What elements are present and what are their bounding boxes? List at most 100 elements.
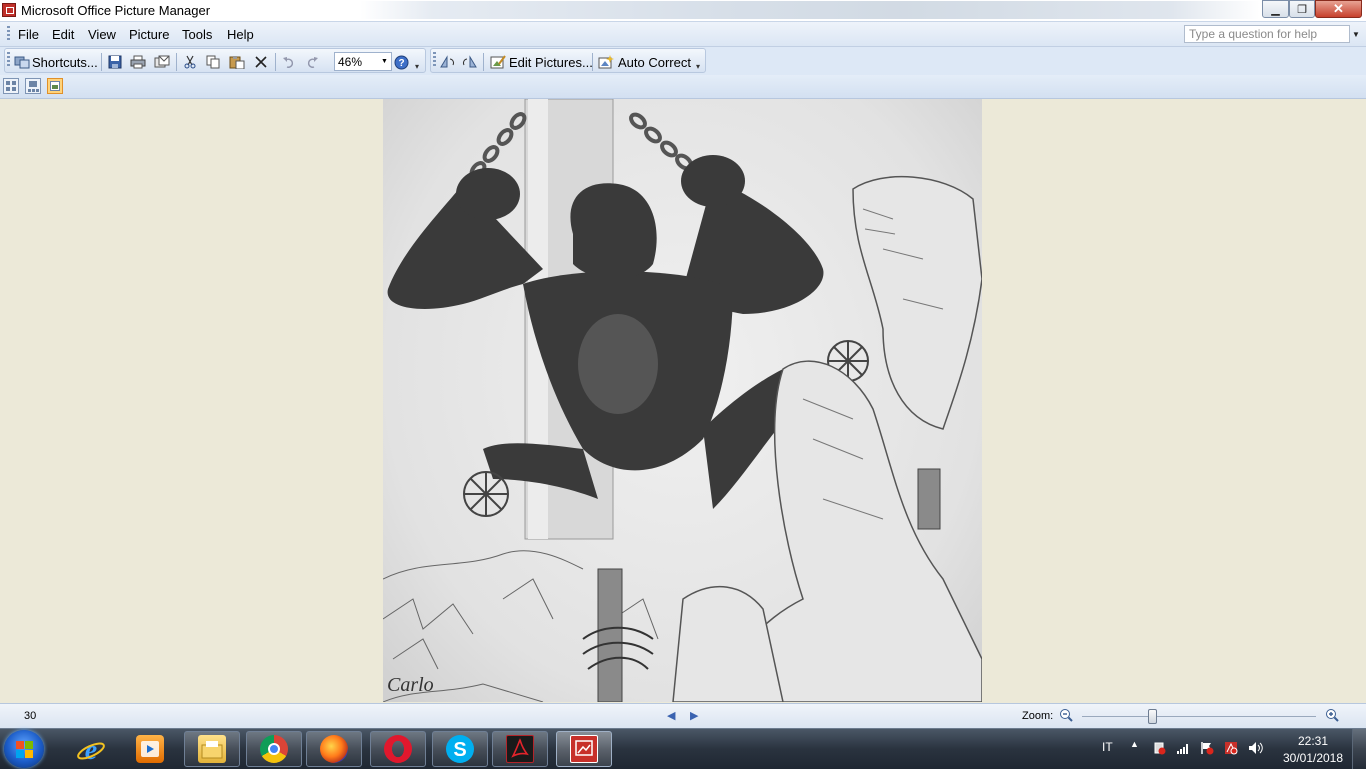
menu-grip-handle[interactable] bbox=[7, 26, 10, 42]
taskbar-picture-manager[interactable] bbox=[556, 731, 612, 767]
chevron-down-icon[interactable]: ▼ bbox=[379, 54, 390, 69]
taskbar-firefox[interactable] bbox=[306, 731, 362, 767]
previous-picture-button[interactable]: ◀ bbox=[667, 709, 675, 722]
auto-correct-button[interactable] bbox=[597, 54, 615, 70]
menu-help[interactable]: Help bbox=[227, 27, 254, 42]
safely-remove-hardware-icon bbox=[1154, 742, 1166, 755]
svg-text:e: e bbox=[85, 735, 97, 765]
tray-usb-eject[interactable] bbox=[1152, 741, 1166, 755]
zoom-out-button[interactable] bbox=[1059, 708, 1073, 722]
toolbar-separator bbox=[176, 53, 177, 71]
window-title: Microsoft Office Picture Manager bbox=[21, 3, 211, 18]
taskbar-internet-explorer[interactable]: e bbox=[62, 731, 118, 767]
rotate-left-button[interactable] bbox=[438, 54, 456, 70]
edit-pictures-label[interactable]: Edit Pictures... bbox=[509, 55, 593, 70]
taskbar-file-explorer[interactable] bbox=[184, 731, 240, 767]
clock-date[interactable]: 30/01/2018 bbox=[1280, 751, 1346, 765]
help-dropdown-arrow[interactable]: ▼ bbox=[1350, 25, 1362, 43]
delete-button[interactable] bbox=[252, 54, 270, 70]
menu-bar: File Edit View Picture Tools Help bbox=[0, 22, 1366, 47]
pencil-drawing-picture: Carlo bbox=[383, 99, 982, 702]
cut-button[interactable] bbox=[181, 54, 199, 70]
undo-icon bbox=[283, 57, 294, 68]
email-button[interactable] bbox=[153, 54, 171, 70]
tray-network[interactable] bbox=[1176, 741, 1190, 755]
copy-icon bbox=[206, 55, 220, 69]
toolbar-grip-handle[interactable] bbox=[7, 52, 10, 68]
rotate-left-icon bbox=[440, 55, 455, 68]
chrome-icon bbox=[260, 735, 288, 763]
restore-button[interactable]: ❐ bbox=[1289, 0, 1315, 18]
windows-taskbar: e S IT ▲ 22:31 30/01/2018 bbox=[0, 728, 1366, 769]
menu-file[interactable]: File bbox=[18, 27, 39, 42]
taskbar-skype[interactable]: S bbox=[432, 731, 488, 767]
picture-manager-app-icon[interactable] bbox=[2, 3, 16, 17]
print-button[interactable] bbox=[129, 54, 147, 70]
zoom-in-button[interactable] bbox=[1325, 708, 1339, 722]
toolbar-overflow-chevron-icon[interactable]: ▾ bbox=[415, 62, 424, 72]
picture-count: 30 bbox=[24, 710, 37, 722]
help-circle-icon: ? bbox=[394, 55, 408, 69]
email-icon bbox=[154, 55, 170, 68]
start-button[interactable] bbox=[4, 730, 44, 768]
rotate-right-button[interactable] bbox=[461, 54, 479, 70]
skype-icon: S bbox=[446, 735, 474, 763]
tray-volume[interactable] bbox=[1248, 741, 1263, 755]
toolbar-overflow-chevron-icon[interactable]: ▾ bbox=[696, 62, 705, 72]
shortcuts-button[interactable] bbox=[13, 54, 31, 70]
next-picture-button[interactable]: ▶ bbox=[690, 709, 698, 722]
input-language-indicator[interactable]: IT bbox=[1102, 740, 1113, 754]
title-bar: Microsoft Office Picture Manager ▁ ❐ ✕ bbox=[0, 0, 1366, 22]
minimize-button[interactable]: ▁ bbox=[1262, 0, 1289, 18]
undo-button[interactable] bbox=[280, 54, 298, 70]
menu-edit[interactable]: Edit bbox=[52, 27, 74, 42]
shortcuts-label[interactable]: Shortcuts... bbox=[32, 55, 98, 70]
help-button[interactable]: ? bbox=[392, 54, 410, 70]
triangle-left-icon: ◀ bbox=[667, 710, 676, 722]
acrobat-tray-icon bbox=[1225, 742, 1238, 755]
copy-button[interactable] bbox=[204, 54, 222, 70]
zoom-slider-track[interactable] bbox=[1082, 716, 1316, 717]
menu-view[interactable]: View bbox=[88, 27, 116, 42]
single-picture-view-button[interactable] bbox=[47, 78, 63, 94]
taskbar-opera[interactable] bbox=[370, 731, 426, 767]
filmstrip-view-button[interactable] bbox=[25, 78, 41, 94]
folder-icon bbox=[198, 735, 226, 763]
zoom-percent-combobox[interactable]: 46% ▼ bbox=[334, 52, 392, 71]
save-button[interactable] bbox=[106, 54, 124, 70]
firefox-icon bbox=[320, 735, 348, 763]
toolbar-separator bbox=[483, 53, 484, 71]
delete-icon bbox=[255, 56, 267, 68]
auto-correct-label[interactable]: Auto Correct bbox=[618, 55, 691, 70]
toolbar-separator bbox=[275, 53, 276, 71]
close-button[interactable]: ✕ bbox=[1315, 0, 1362, 18]
artist-signature: Carlo bbox=[387, 674, 434, 696]
menu-tools[interactable]: Tools bbox=[182, 27, 212, 42]
menu-picture[interactable]: Picture bbox=[129, 27, 169, 42]
thumbnail-view-button[interactable] bbox=[3, 78, 19, 94]
help-search-input[interactable]: Type a question for help bbox=[1184, 25, 1350, 43]
show-hidden-icons-button[interactable]: ▲ bbox=[1130, 739, 1139, 749]
edit-pictures-button[interactable] bbox=[489, 54, 507, 70]
clock-time[interactable]: 22:31 bbox=[1288, 734, 1338, 748]
show-desktop-button[interactable] bbox=[1352, 729, 1366, 769]
zoom-slider-thumb[interactable] bbox=[1148, 709, 1157, 724]
displayed-picture[interactable]: Carlo bbox=[383, 99, 982, 702]
taskbar-chrome[interactable] bbox=[246, 731, 302, 767]
paste-icon bbox=[229, 56, 245, 69]
auto-correct-icon bbox=[598, 55, 614, 69]
svg-text:?: ? bbox=[398, 58, 404, 69]
picture-manager-icon bbox=[570, 735, 598, 763]
redo-button[interactable] bbox=[303, 54, 321, 70]
taskbar-acrobat[interactable] bbox=[492, 731, 548, 767]
tray-action-center[interactable] bbox=[1200, 741, 1214, 755]
toolbar-grip-handle[interactable] bbox=[433, 52, 436, 68]
network-signal-icon bbox=[1177, 744, 1188, 754]
tray-acrobat-updater[interactable] bbox=[1224, 741, 1238, 755]
taskbar-media-player[interactable] bbox=[122, 731, 178, 767]
paste-button[interactable] bbox=[228, 54, 246, 70]
opera-icon bbox=[384, 735, 412, 763]
restore-icon: ❐ bbox=[1297, 3, 1307, 16]
zoom-label: Zoom: bbox=[1022, 710, 1054, 722]
svg-text:S: S bbox=[453, 739, 466, 761]
